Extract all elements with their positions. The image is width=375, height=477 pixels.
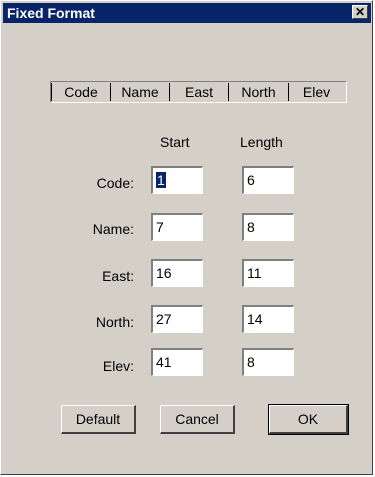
north-length-field[interactable]: 14 bbox=[242, 305, 294, 333]
east-length-field[interactable]: 11 bbox=[242, 259, 294, 287]
name-start-field[interactable]: 7 bbox=[151, 213, 203, 241]
name-length-field[interactable]: 8 bbox=[242, 213, 294, 241]
length-column-header: Length bbox=[240, 134, 283, 150]
field-order-bar: Code Name East North Elev bbox=[50, 81, 347, 103]
field-tab-north[interactable]: North bbox=[229, 83, 289, 101]
fixed-format-dialog: Fixed Format ✕ Code Name East North Elev… bbox=[0, 0, 373, 475]
cancel-button[interactable]: Cancel bbox=[160, 405, 235, 434]
title-bar[interactable]: Fixed Format ✕ bbox=[3, 3, 371, 23]
ok-button[interactable]: OK bbox=[268, 404, 349, 435]
code-length-field[interactable]: 6 bbox=[242, 166, 294, 194]
field-tab-elev[interactable]: Elev bbox=[289, 83, 344, 101]
field-tab-name[interactable]: Name bbox=[111, 83, 170, 101]
elev-row-label: Elev: bbox=[102, 358, 134, 374]
window-title: Fixed Format bbox=[7, 5, 95, 21]
code-row-label: Code: bbox=[96, 175, 134, 191]
east-start-field[interactable]: 16 bbox=[151, 259, 203, 287]
north-start-field[interactable]: 27 bbox=[151, 305, 203, 333]
close-icon[interactable]: ✕ bbox=[352, 5, 368, 19]
field-tab-code[interactable]: Code bbox=[51, 83, 111, 101]
north-row-label: North: bbox=[95, 314, 134, 330]
field-tab-east[interactable]: East bbox=[170, 83, 229, 101]
start-column-header: Start bbox=[160, 134, 190, 150]
code-start-field[interactable]: 1 bbox=[151, 166, 203, 194]
east-row-label: East: bbox=[102, 268, 134, 284]
elev-start-field[interactable]: 41 bbox=[151, 348, 203, 376]
name-row-label: Name: bbox=[92, 221, 134, 237]
default-button[interactable]: Default bbox=[61, 405, 136, 434]
elev-length-field[interactable]: 8 bbox=[242, 348, 294, 376]
selected-text: 1 bbox=[156, 172, 166, 188]
